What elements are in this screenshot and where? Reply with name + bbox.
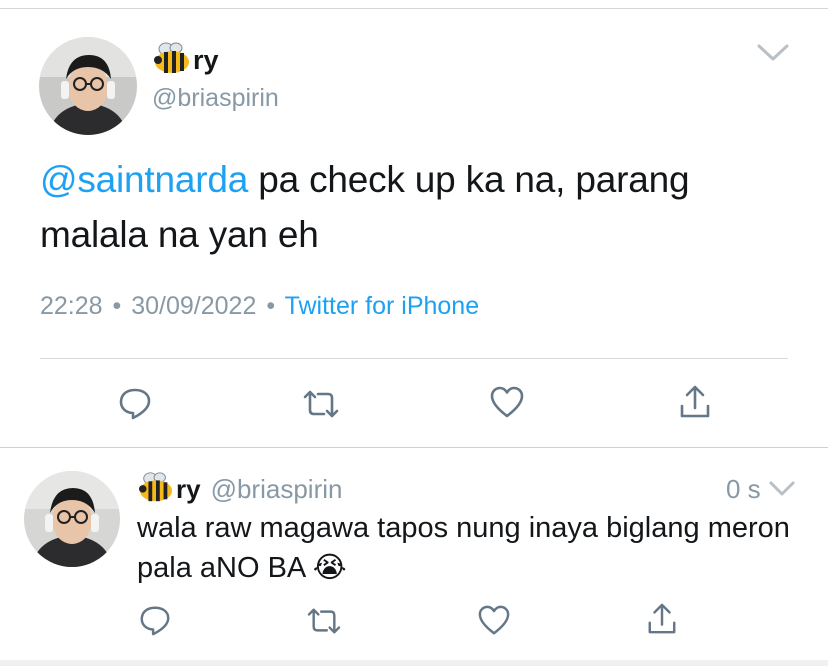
reply-icon [140, 606, 170, 636]
meta-separator: • [266, 292, 276, 320]
share-button[interactable] [678, 384, 712, 425]
reply-author-name: ry [176, 474, 201, 504]
chevron-down-icon[interactable] [768, 480, 796, 503]
reply-button[interactable] [117, 385, 153, 426]
author-name: ry [193, 45, 219, 75]
share-icon [648, 603, 676, 634]
author-name-row[interactable]: ry [152, 40, 219, 81]
bee-icon [137, 470, 175, 509]
retweet-button[interactable] [301, 388, 341, 425]
retweet-icon [303, 390, 339, 418]
bottom-edge [0, 660, 828, 666]
share-icon [680, 385, 710, 418]
avatar[interactable] [24, 471, 120, 567]
crying-face-icon: 😭 [312, 552, 347, 584]
retweet-icon [307, 608, 341, 634]
tweet-source[interactable]: Twitter for iPhone [285, 292, 480, 320]
tweet-meta: 22:28 • 30/09/2022 • Twitter for iPhone [40, 292, 479, 321]
divider [40, 358, 788, 359]
top-divider [0, 8, 828, 9]
author-handle: @briaspirin [152, 84, 279, 112]
reply-text: wala raw magawa tapos nung inaya biglang… [137, 508, 797, 588]
reply-button[interactable] [138, 603, 172, 642]
reply-body: wala raw magawa tapos nung inaya biglang… [137, 512, 790, 584]
reply-timestamp: 0 s [726, 474, 761, 504]
meta-separator: • [112, 292, 122, 320]
section-divider [0, 447, 828, 448]
tweet-text: @saintnarda pa check up ka na, parang ma… [40, 152, 800, 262]
chevron-down-icon[interactable] [756, 42, 790, 69]
tweet-time: 22:28 [40, 292, 103, 320]
bee-icon [152, 40, 192, 81]
heart-icon [478, 605, 510, 635]
heart-icon [490, 386, 524, 418]
share-button[interactable] [646, 602, 678, 641]
tweet-date: 30/09/2022 [131, 292, 257, 320]
reply-author-row[interactable]: ry @briaspirin [137, 470, 342, 509]
avatar[interactable] [39, 37, 137, 135]
retweet-button[interactable] [305, 606, 343, 641]
mention-link[interactable]: @saintnarda [40, 159, 248, 200]
reply-author-handle: @briaspirin [210, 474, 343, 504]
like-button[interactable] [477, 605, 511, 642]
reply-icon [119, 388, 151, 420]
like-button[interactable] [489, 386, 525, 425]
